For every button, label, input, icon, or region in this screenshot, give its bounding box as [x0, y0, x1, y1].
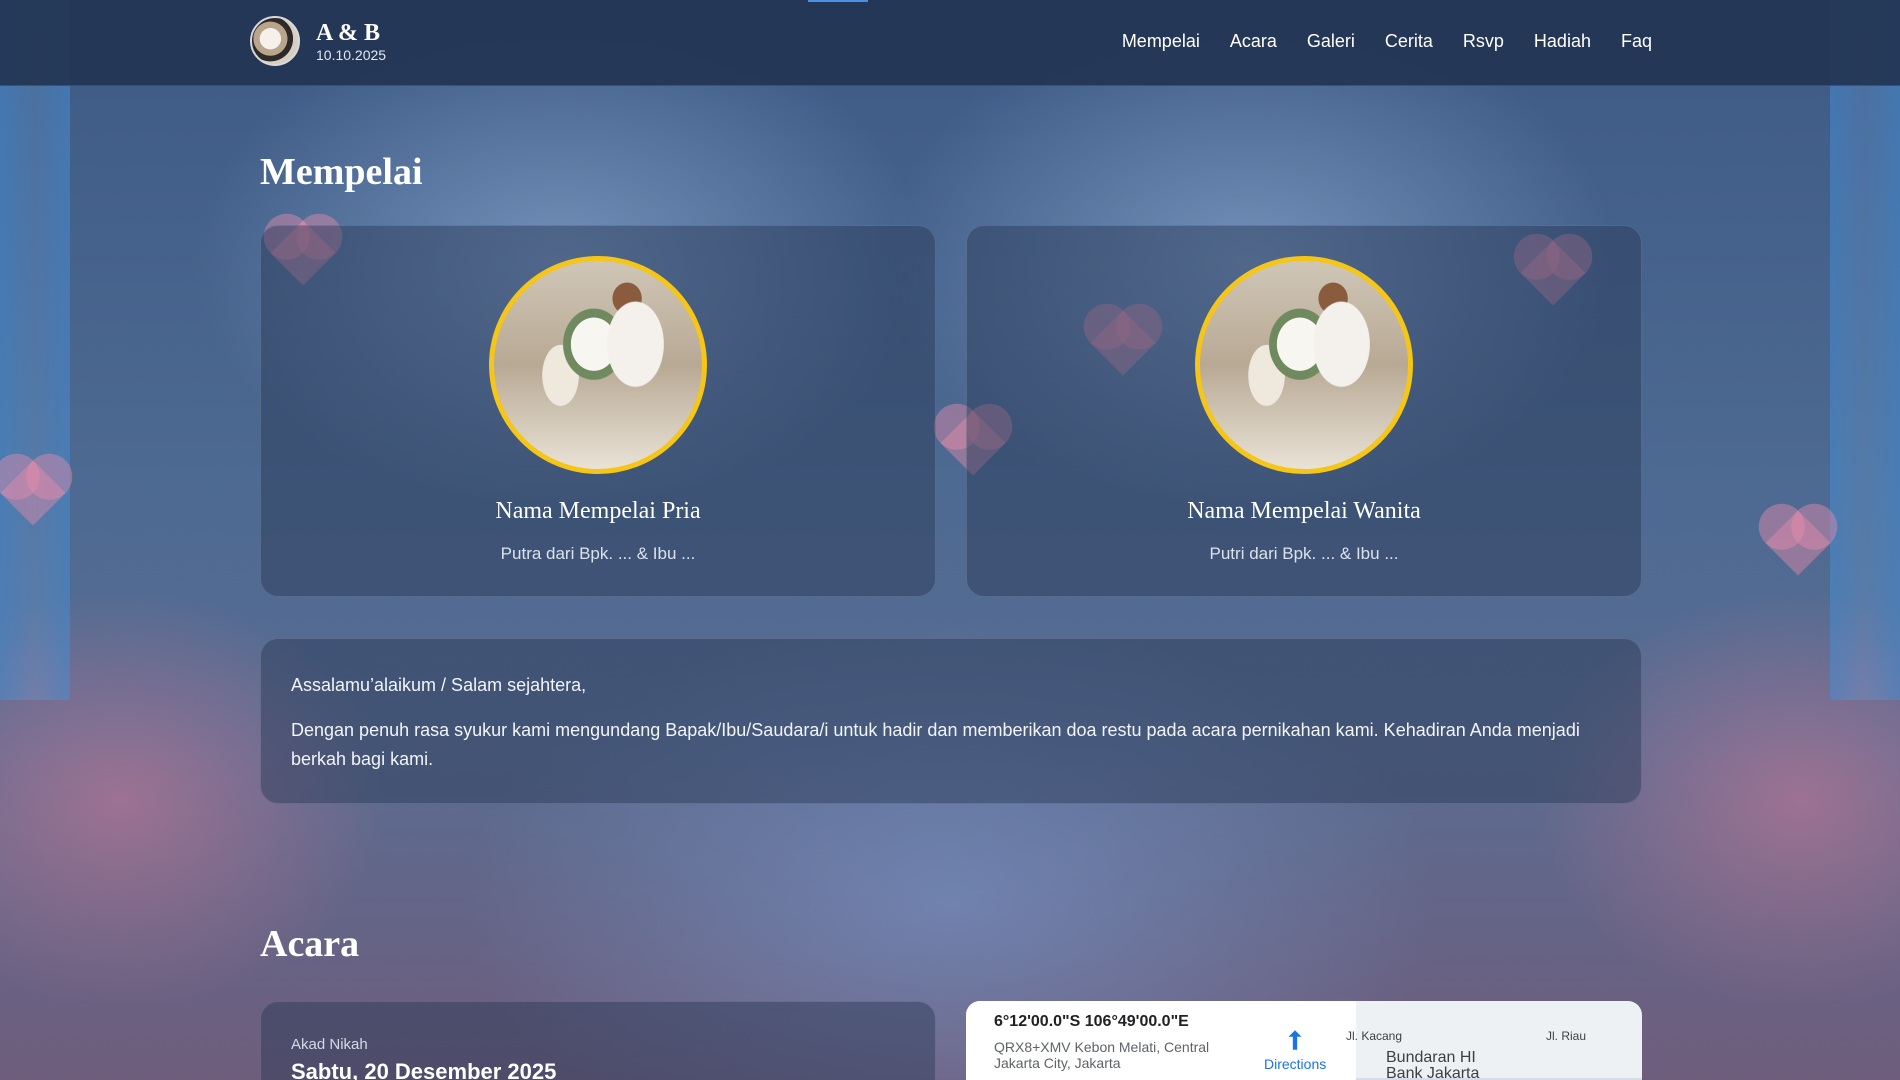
section-title-mempelai: Mempelai [260, 151, 423, 193]
event-label: Akad Nikah [291, 1036, 368, 1053]
location-map[interactable]: 6°12'00.0"S 106°49'00.0"E QRX8+XMV Kebon… [966, 1001, 1642, 1080]
directions-label: Directions [1264, 1056, 1327, 1072]
top-navbar: A & B 10.10.2025 Mempelai Acara Galeri C… [0, 0, 1900, 86]
nav-link-rsvp[interactable]: Rsvp [1463, 31, 1504, 52]
invitation-text: Dengan penuh rasa syukur kami mengundang… [291, 720, 1580, 769]
groom-card: Nama Mempelai Pria Putra dari Bpk. ... &… [260, 225, 936, 597]
heart-decor [1765, 510, 1831, 576]
brand[interactable]: A & B 10.10.2025 [250, 16, 386, 66]
curtain-right [1830, 0, 1900, 700]
scroll-indicator [808, 0, 868, 2]
map-label-riau: Jl. Riau [1546, 1029, 1587, 1043]
map-info-panel: 6°12'00.0"S 106°49'00.0"E QRX8+XMV Kebon… [966, 1001, 1356, 1080]
couple-avatar [250, 16, 300, 66]
map-address: QRX8+XMV Kebon Melati, Central Jakarta C… [994, 1039, 1210, 1071]
nav-links: Mempelai Acara Galeri Cerita Rsvp Hadiah… [1122, 31, 1652, 52]
greeting-text: Assalamu’alaikum / Salam sejahtera, [291, 675, 587, 695]
nav-link-hadiah[interactable]: Hadiah [1534, 31, 1591, 52]
section-title-acara: Acara [260, 923, 360, 965]
nav-link-cerita[interactable]: Cerita [1385, 31, 1433, 52]
brand-title: A & B [316, 20, 381, 46]
groom-name: Nama Mempelai Pria [495, 498, 701, 524]
curtain-left [0, 0, 70, 700]
nav-link-mempelai[interactable]: Mempelai [1122, 31, 1200, 52]
event-date: Sabtu, 20 Desember 2025 [291, 1059, 557, 1080]
nav-link-acara[interactable]: Acara [1230, 31, 1277, 52]
nav-link-galeri[interactable]: Galeri [1307, 31, 1355, 52]
groom-parents: Putra dari Bpk. ... & Ibu ... [500, 544, 696, 563]
bride-name: Nama Mempelai Wanita [1187, 498, 1421, 524]
nav-link-faq[interactable]: Faq [1621, 31, 1652, 52]
invitation-card: Assalamu’alaikum / Salam sejahtera, Deng… [260, 638, 1642, 804]
map-label-bank: Bank Jakarta [1386, 1065, 1480, 1080]
map-label-kacang: Jl. Kacang [1346, 1029, 1403, 1043]
bride-parents: Putri dari Bpk. ... & Ibu ... [1209, 544, 1399, 563]
event-card: Akad Nikah Sabtu, 20 Desember 2025 [260, 1001, 936, 1080]
bride-card: Nama Mempelai Wanita Putri dari Bpk. ...… [966, 225, 1642, 597]
bride-photo [1195, 256, 1413, 474]
directions-icon [1288, 1030, 1302, 1050]
brand-date: 10.10.2025 [316, 47, 387, 63]
directions-button[interactable]: Directions [1264, 1027, 1326, 1072]
heart-decor [0, 460, 66, 526]
groom-photo [489, 256, 707, 474]
